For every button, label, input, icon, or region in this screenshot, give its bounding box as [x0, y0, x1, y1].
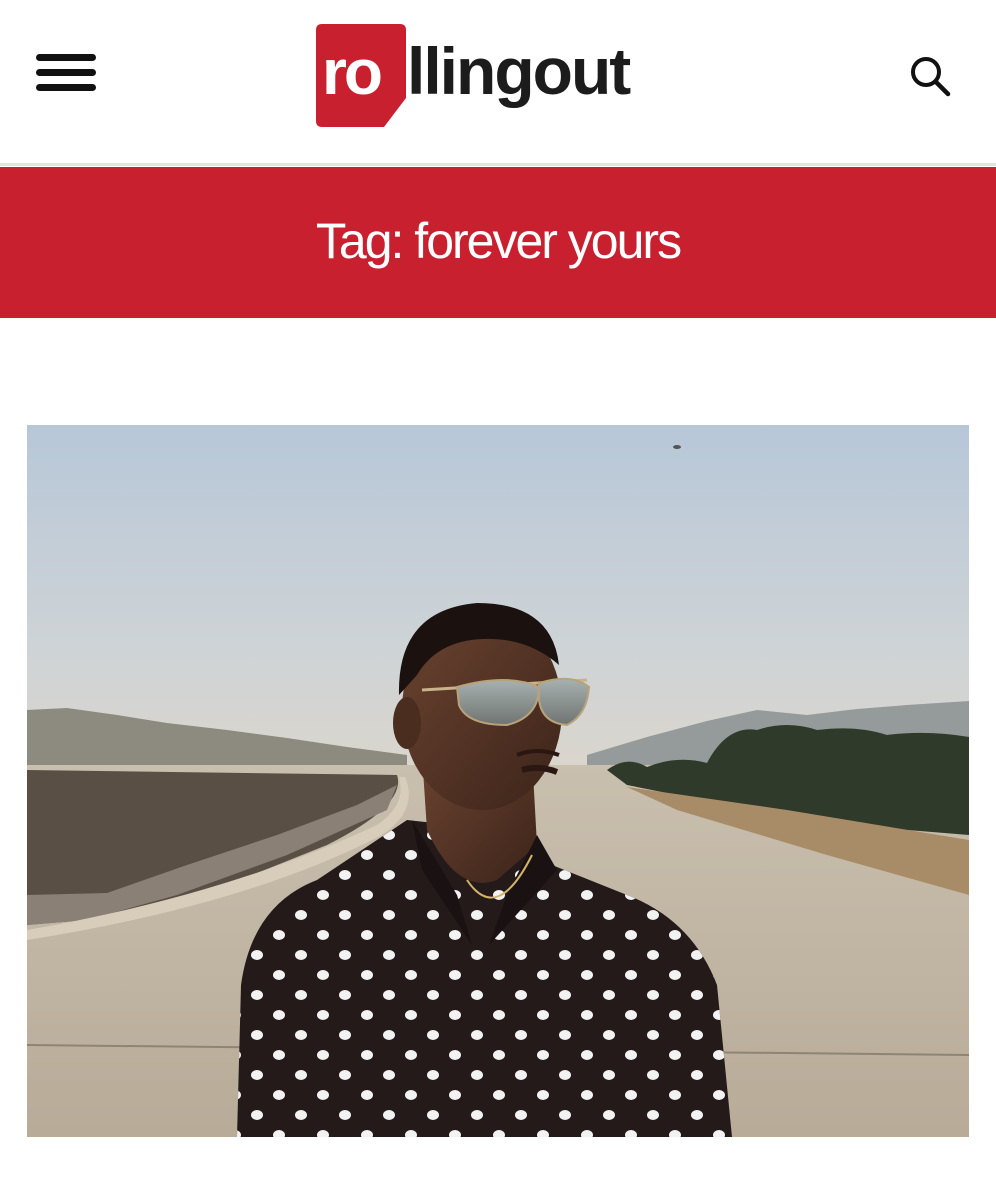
logo-badge: ro: [316, 23, 406, 127]
search-button[interactable]: [906, 54, 954, 98]
logo-text-highlight: ro: [322, 35, 383, 108]
header-divider: [0, 163, 996, 166]
tag-banner: Tag: forever yours: [0, 167, 996, 318]
page-title: Tag: forever yours: [315, 212, 682, 269]
menu-button[interactable]: [36, 54, 96, 92]
site-logo[interactable]: ro llingout: [316, 23, 631, 127]
content-below-image: [0, 1137, 996, 1200]
site-header: ro llingout: [0, 0, 996, 166]
article-featured-image[interactable]: [27, 425, 969, 1137]
search-icon: [911, 57, 951, 97]
logo-text: llingout: [407, 34, 631, 108]
